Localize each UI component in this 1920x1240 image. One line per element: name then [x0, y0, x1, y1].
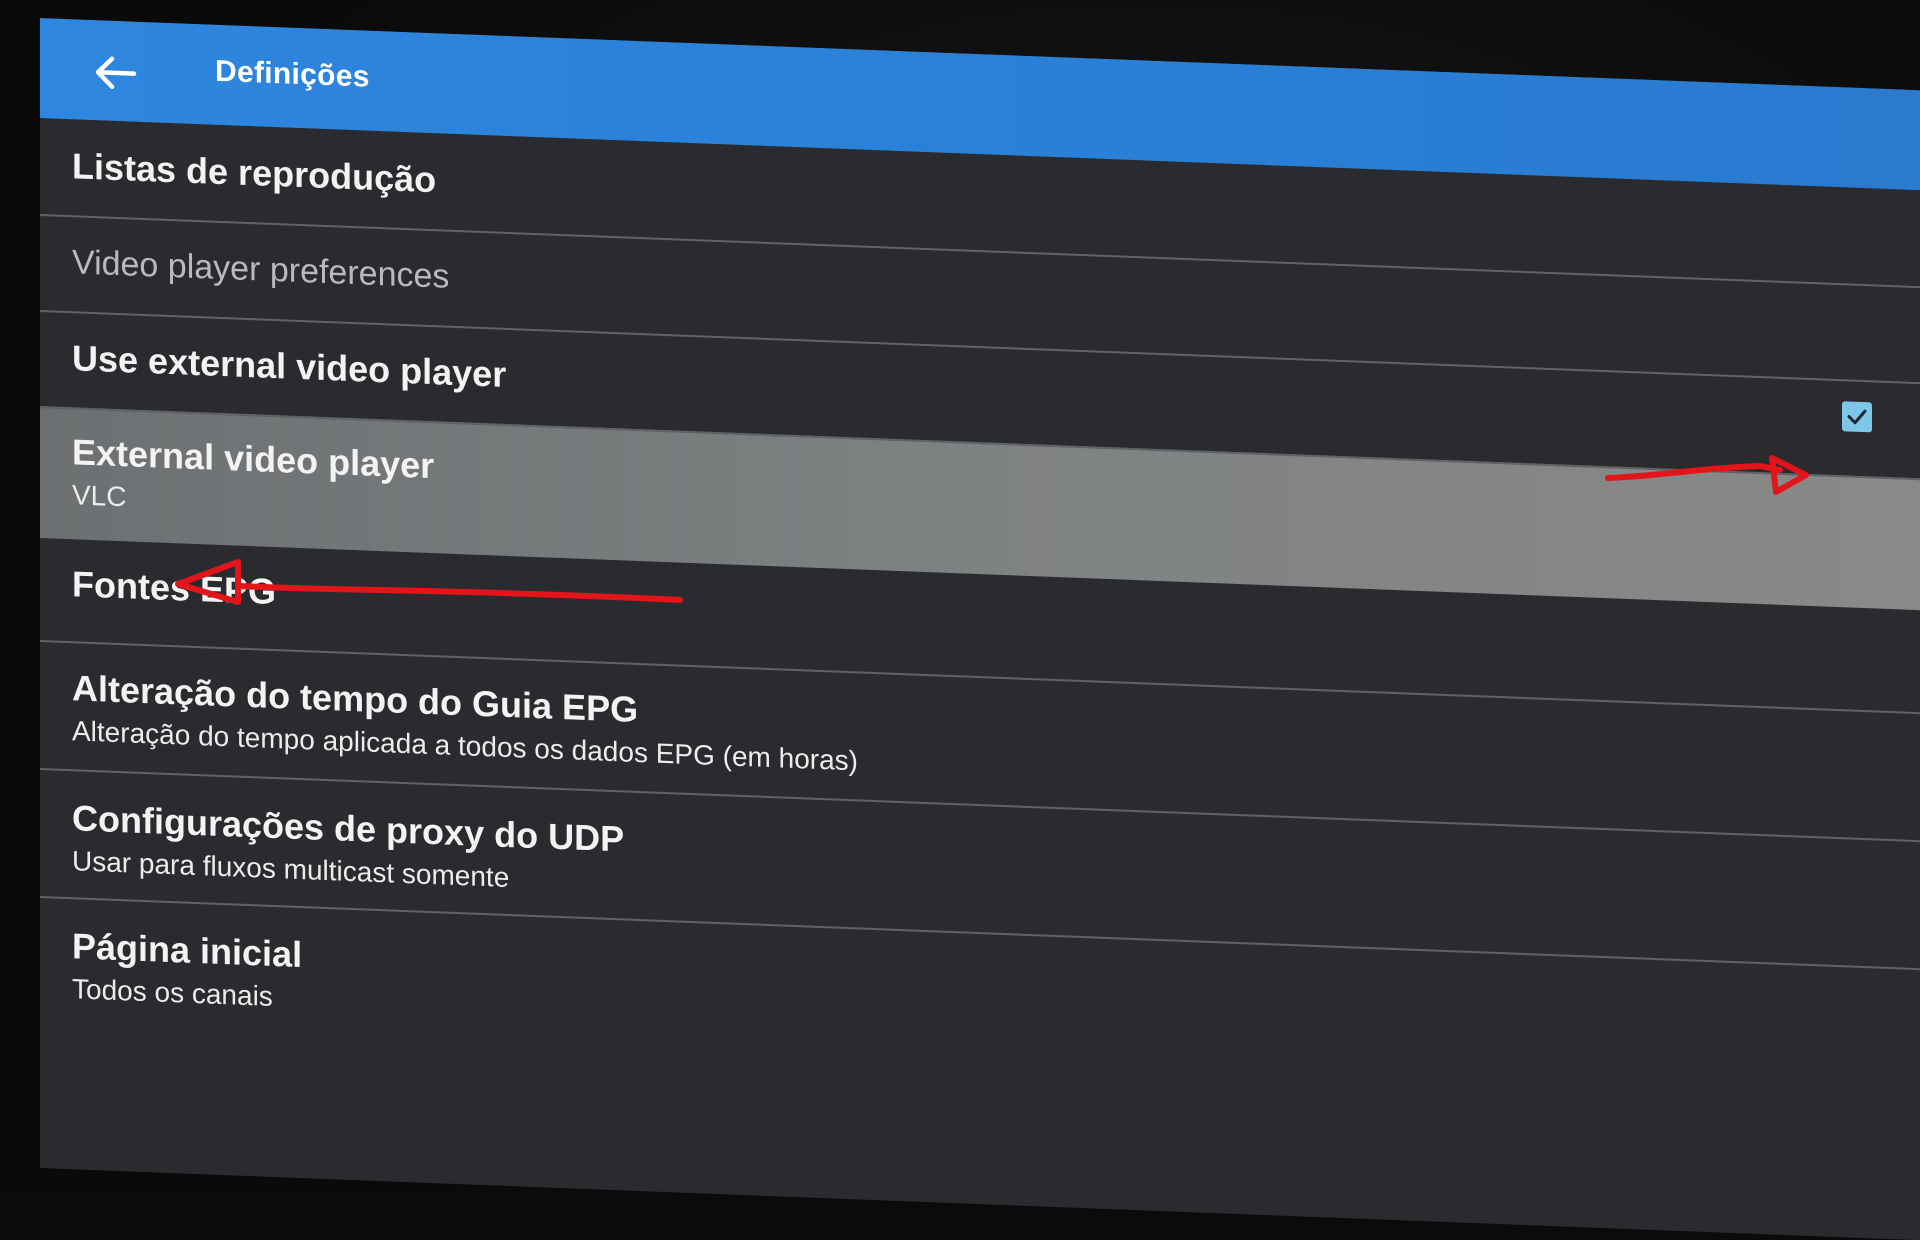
settings-screen: Definições Listas de reprodução Video pl… — [40, 18, 1920, 1240]
page-title: Definições — [215, 54, 370, 94]
arrow-back-icon[interactable] — [92, 52, 140, 94]
checkmark-icon — [1847, 409, 1867, 425]
settings-list: Listas de reprodução Video player prefer… — [40, 118, 1920, 1100]
checkbox-use-external-player[interactable] — [1842, 401, 1872, 433]
